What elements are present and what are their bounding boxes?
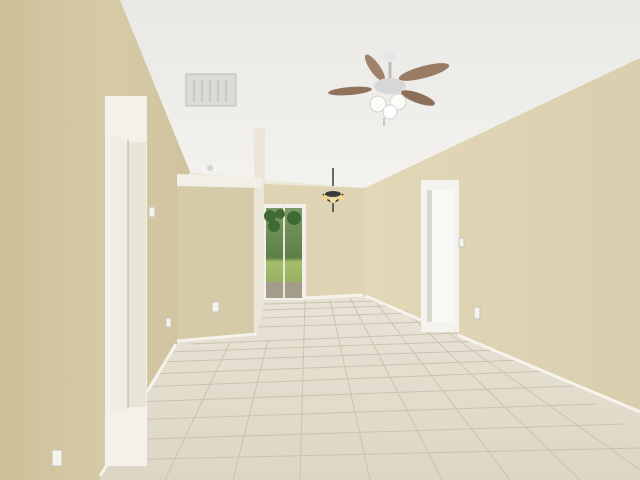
smoke-detector xyxy=(207,165,213,171)
left-door-jamb xyxy=(128,142,146,407)
fan-motor xyxy=(374,78,406,94)
thermostat-left xyxy=(165,317,172,328)
light-switch-right xyxy=(458,237,465,248)
room-photo xyxy=(0,0,640,480)
center-pillar-wall xyxy=(177,184,256,342)
left-door-opening xyxy=(111,136,128,414)
right-door-shadow xyxy=(427,190,432,322)
light-switch-left xyxy=(148,206,156,218)
outlet-pillar xyxy=(211,301,220,313)
right-door xyxy=(431,190,455,322)
outlet-right xyxy=(473,306,481,320)
fan-canopy xyxy=(384,50,396,62)
fan-light-3 xyxy=(382,104,398,120)
outlet-left-low xyxy=(51,449,63,467)
